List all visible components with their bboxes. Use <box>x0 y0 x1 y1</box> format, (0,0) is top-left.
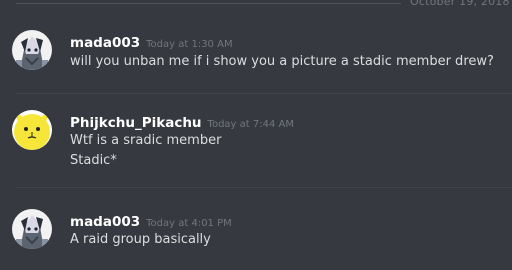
anime-character-avatar-icon <box>12 30 52 70</box>
message-header: mada003 Today at 4:01 PM <box>70 211 232 230</box>
pikachu-face-avatar-icon <box>12 110 52 150</box>
message-header: Phijkchu_Pikachu Today at 7:44 AM <box>70 112 294 131</box>
message-text: will you unban me if i show you a pictur… <box>70 54 494 69</box>
anime-character-avatar-icon <box>12 209 52 249</box>
avatar[interactable] <box>12 30 52 70</box>
username[interactable]: mada003 <box>70 214 140 230</box>
timestamp: Today at 4:01 PM <box>146 218 232 229</box>
date-divider: October 19, 2018 <box>0 0 512 10</box>
message-header: mada003 Today at 1:30 AM <box>70 32 233 51</box>
message-separator <box>16 187 512 188</box>
username[interactable]: mada003 <box>70 35 140 51</box>
message-text: Wtf is a sradic member <box>70 133 222 148</box>
message-text: A raid group basically <box>70 232 211 247</box>
message-text: Stadic* <box>70 153 117 168</box>
timestamp: Today at 7:44 AM <box>207 119 294 130</box>
date-divider-label: October 19, 2018 <box>410 0 510 8</box>
divider-line <box>16 3 401 4</box>
message-separator <box>16 93 512 94</box>
avatar[interactable] <box>12 110 52 150</box>
username[interactable]: Phijkchu_Pikachu <box>70 115 202 131</box>
timestamp: Today at 1:30 AM <box>146 39 233 50</box>
avatar[interactable] <box>12 209 52 249</box>
